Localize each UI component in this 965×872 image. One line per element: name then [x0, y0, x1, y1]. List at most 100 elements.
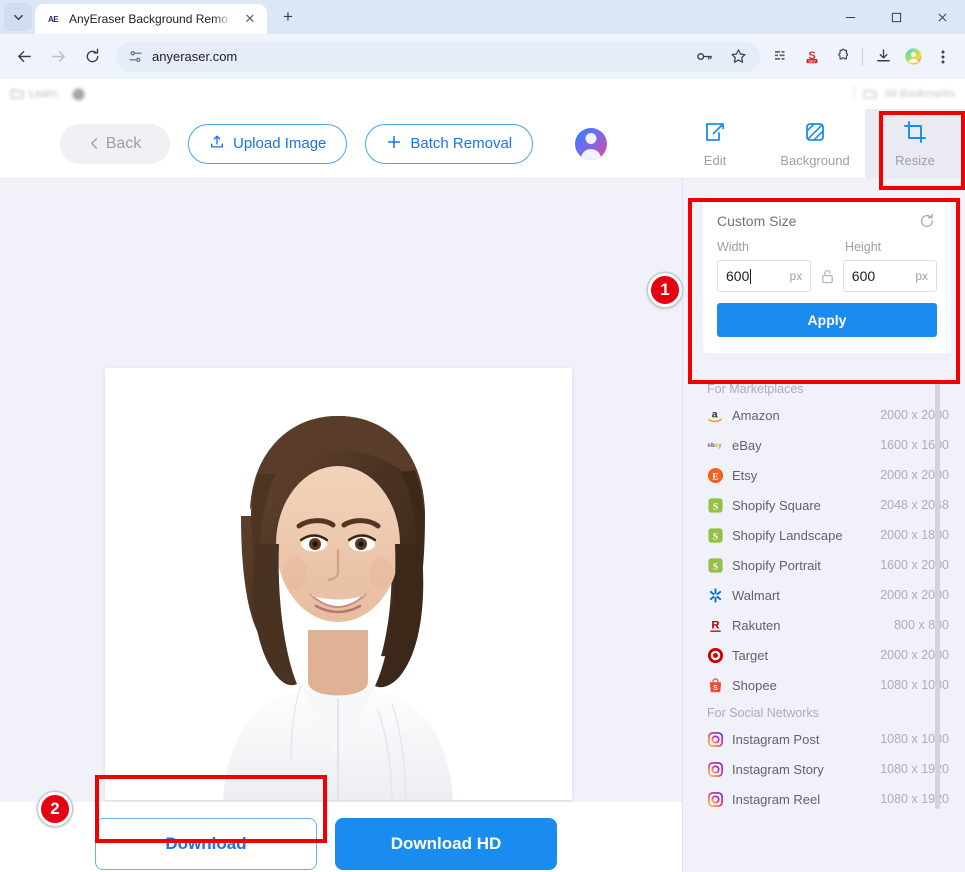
target-icon: [707, 647, 724, 664]
preset-target[interactable]: Target 2000 x 2000: [703, 640, 951, 670]
preset-shopify-portrait[interactable]: S Shopify Portrait 1600 x 2000: [703, 550, 951, 580]
bookmark-site-icon[interactable]: [71, 87, 86, 102]
svg-text:S: S: [713, 683, 718, 691]
preset-name: Shopify Square: [732, 497, 821, 513]
batch-removal-label: Batch Removal: [410, 135, 513, 152]
image-canvas: 100%: [0, 179, 682, 872]
rakuten-icon: R: [707, 617, 724, 634]
svg-text:E: E: [712, 472, 718, 482]
password-key-icon[interactable]: [690, 43, 718, 71]
preset-shopee[interactable]: S Shopee 1080 x 1080: [703, 670, 951, 700]
batch-removal-button[interactable]: Batch Removal: [365, 123, 534, 164]
tab-background[interactable]: Background: [765, 109, 865, 179]
preset-name: eBay: [732, 437, 762, 453]
preset-instagram-post[interactable]: Instagram Post 1080 x 1080: [703, 724, 951, 754]
svg-text:SEO: SEO: [808, 59, 816, 63]
instagram-icon: [707, 731, 724, 748]
tab-edit-label: Edit: [703, 153, 727, 168]
instagram-icon: [707, 791, 724, 808]
extensions-grid-icon[interactable]: [768, 43, 796, 71]
maximize-icon[interactable]: [873, 0, 919, 34]
preset-name: Instagram Post: [732, 731, 820, 747]
preset-name: Target: [732, 647, 769, 663]
preset-amazon[interactable]: a Amazon 2000 x 2000: [703, 400, 951, 430]
tab-resize-label: Resize: [895, 153, 935, 168]
preset-name: Instagram Reel: [732, 791, 821, 807]
preset-etsy[interactable]: E Etsy 2000 x 2000: [703, 460, 951, 490]
reload-icon[interactable]: [76, 41, 108, 73]
width-value: 600: [726, 268, 790, 284]
puzzle-extension-icon[interactable]: [828, 43, 856, 71]
portrait-photo: [105, 368, 572, 800]
width-input[interactable]: 600 px: [717, 260, 812, 292]
new-tab-button[interactable]: +: [275, 4, 301, 30]
preset-shopify-landscape[interactable]: S Shopify Landscape 2000 x 1800: [703, 520, 951, 550]
height-unit: px: [915, 269, 928, 283]
preset-walmart[interactable]: Walmart 2000 x 2000: [703, 580, 951, 610]
back-icon[interactable]: [8, 41, 40, 73]
site-settings-icon[interactable]: [126, 48, 144, 66]
kebab-menu-icon[interactable]: [929, 43, 957, 71]
reset-icon[interactable]: [917, 211, 937, 231]
preset-name: Shopify Landscape: [732, 527, 843, 543]
all-bookmarks-entry[interactable]: All Bookmarks: [853, 86, 955, 102]
download-icon[interactable]: [869, 43, 897, 71]
custom-size-title: Custom Size: [717, 213, 797, 229]
upload-image-label: Upload Image: [233, 135, 327, 152]
svg-text:S: S: [713, 562, 718, 572]
back-button-label: Back: [105, 134, 142, 152]
width-label: Width: [717, 240, 749, 254]
browser-tab[interactable]: AE AnyEraser Background Remo ✕: [35, 4, 267, 34]
preset-instagram-story[interactable]: Instagram Story 1080 x 1920: [703, 754, 951, 784]
profile-icon[interactable]: [899, 43, 927, 71]
tab-search-chevron-icon[interactable]: [4, 3, 32, 31]
preset-name: Shopee: [732, 677, 777, 693]
svg-text:a: a: [712, 409, 718, 420]
minimize-icon[interactable]: [827, 0, 873, 34]
address-bar[interactable]: anyeraser.com: [116, 41, 760, 72]
window-controls: [827, 0, 965, 34]
preset-name: Amazon: [732, 407, 780, 423]
shopee-icon: S: [707, 677, 724, 694]
height-label: Height: [845, 240, 882, 254]
window-close-icon[interactable]: [919, 0, 965, 34]
download-button[interactable]: Download: [95, 818, 317, 870]
apply-button[interactable]: Apply: [717, 303, 937, 337]
unlocked-padlock-icon[interactable]: [811, 268, 843, 285]
back-button[interactable]: Back: [60, 123, 170, 164]
instagram-icon: [707, 761, 724, 778]
custom-size-panel: Custom Size Width Height 600 px 600 px A…: [703, 197, 951, 353]
tab-resize[interactable]: Resize: [865, 109, 965, 179]
preset-list[interactable]: For Marketplaces a Amazon 2000 x 2000 eb…: [703, 376, 951, 872]
tab-strip: AE AnyEraser Background Remo ✕ +: [0, 0, 965, 34]
tab-edit[interactable]: Edit: [665, 109, 765, 179]
preset-instagram-reel[interactable]: Instagram Reel 1080 x 1920: [703, 784, 951, 814]
download-bar: Download Download HD Preview image: 373 …: [0, 802, 682, 872]
shopify-icon: S: [707, 557, 724, 574]
walmart-icon: [707, 587, 724, 604]
preset-shopify-square[interactable]: S Shopify Square 2048 x 2048: [703, 490, 951, 520]
bookmarks-divider: [853, 86, 855, 102]
avatar[interactable]: [575, 127, 608, 160]
all-bookmarks-label: All Bookmarks: [884, 88, 955, 100]
browser-toolbar: anyeraser.com S SEO: [0, 34, 965, 79]
download-hd-button[interactable]: Download HD: [335, 818, 557, 870]
sidebar-scrollbar[interactable]: [935, 379, 940, 809]
upload-image-button[interactable]: Upload Image: [188, 123, 348, 164]
height-input[interactable]: 600 px: [842, 260, 937, 292]
bookmark-star-icon[interactable]: [724, 43, 752, 71]
svg-text:y: y: [718, 442, 722, 448]
preset-rakuten[interactable]: R Rakuten 800 x 800: [703, 610, 951, 640]
step-badge-1: 1: [648, 273, 682, 307]
bookmark-folder-learn[interactable]: Learn: [10, 87, 57, 101]
forward-icon[interactable]: [42, 41, 74, 73]
url-text: anyeraser.com: [152, 49, 238, 64]
preset-name: Rakuten: [732, 617, 781, 633]
toolbar-divider: [862, 47, 863, 66]
bookmarks-bar: Learn All Bookmarks: [0, 79, 965, 109]
ebay-icon: ebay: [707, 437, 724, 454]
anyeraser-app: Back Upload Image Batch Removal Edit Bac…: [0, 109, 965, 872]
close-icon[interactable]: ✕: [241, 10, 259, 28]
seo-extension-icon[interactable]: S SEO: [798, 43, 826, 71]
preset-ebay[interactable]: ebay eBay 1600 x 1600: [703, 430, 951, 460]
